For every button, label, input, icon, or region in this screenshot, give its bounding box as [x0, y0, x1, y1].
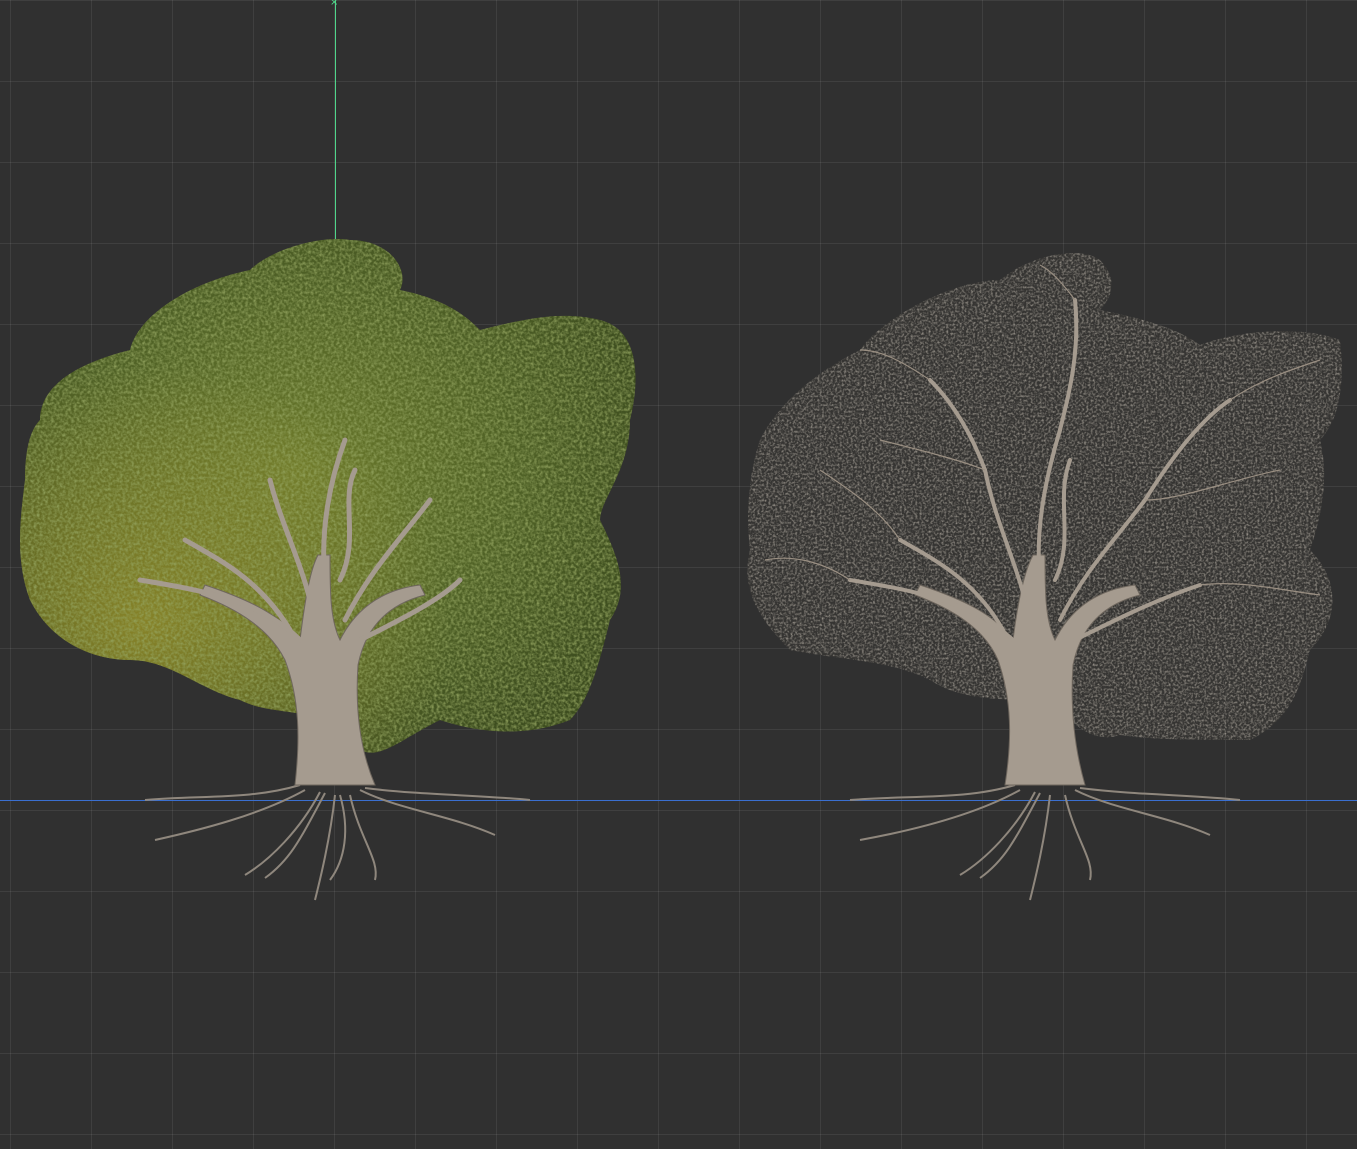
tree-roots-right [849, 784, 1241, 901]
tree-bare-branches[interactable] [747, 252, 1342, 901]
3d-viewport[interactable]: × [0, 0, 1357, 1149]
tree-with-foliage[interactable] [20, 239, 636, 901]
scene-canvas [20, 239, 1342, 901]
tree-roots-left [144, 784, 531, 901]
